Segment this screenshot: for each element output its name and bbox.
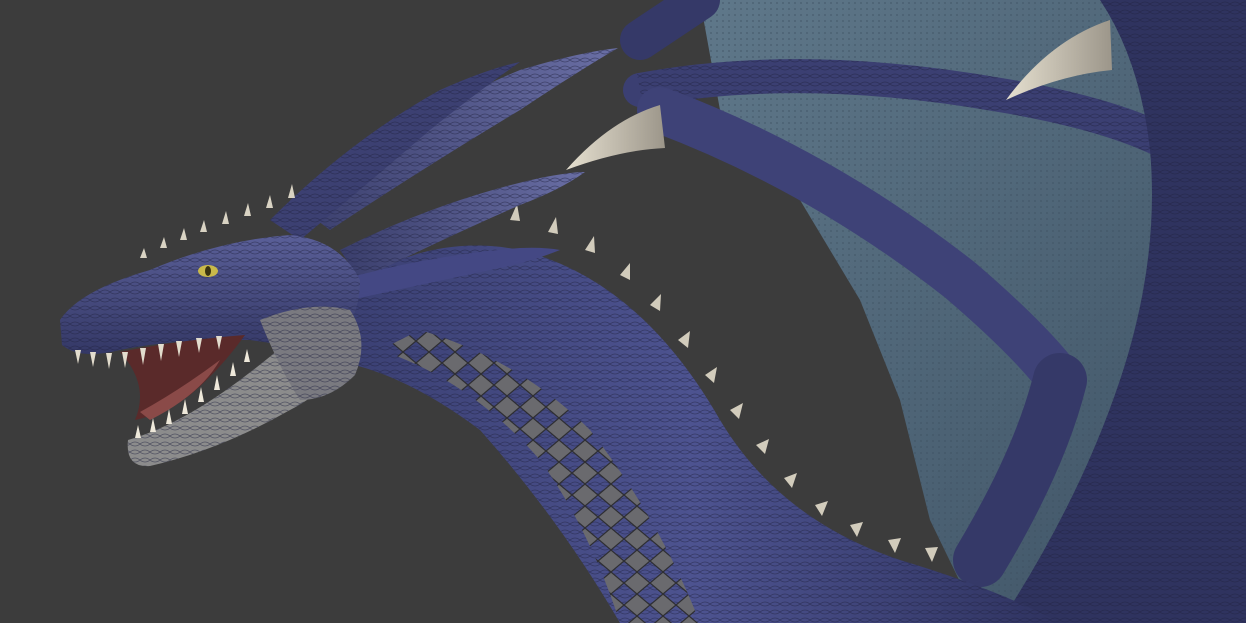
dragon-illustration <box>0 0 1246 623</box>
dragon-render-canvas <box>0 0 1246 623</box>
